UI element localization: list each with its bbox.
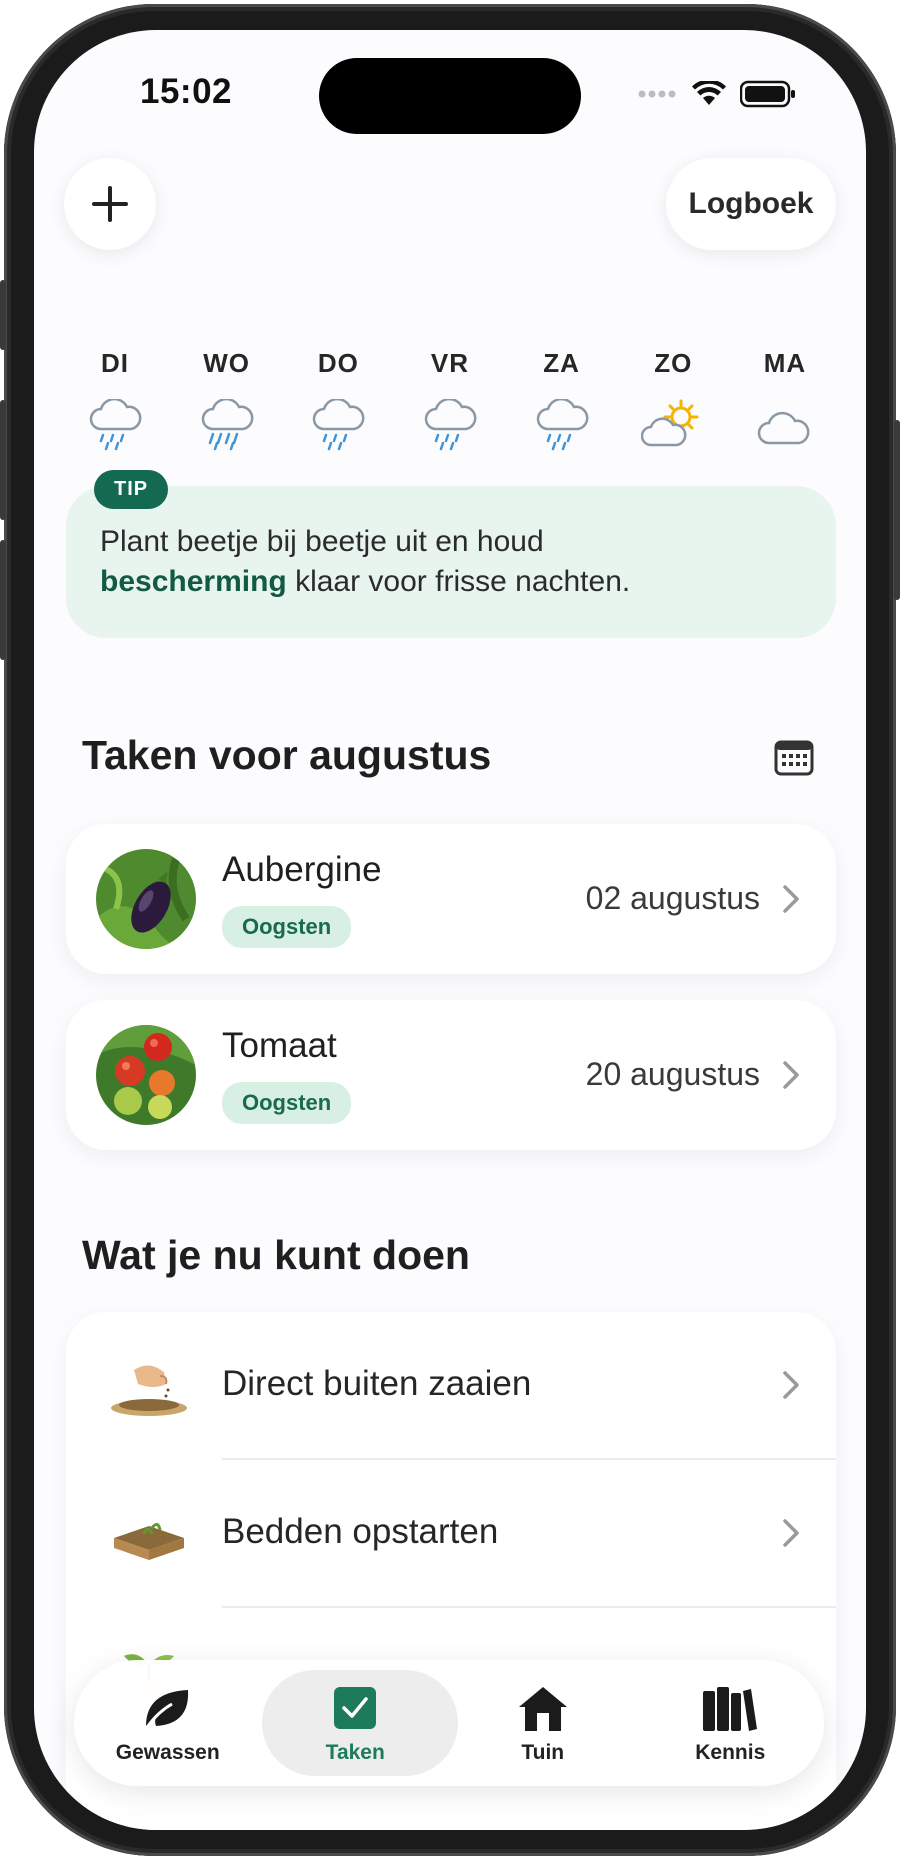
chevron-right-icon — [783, 1371, 799, 1399]
action-item-beds[interactable]: Bedden opstarten — [66, 1460, 836, 1608]
task-date: 02 augustus — [585, 880, 760, 916]
weather-forecast: DI WO DO VR ZA ZO MA — [70, 348, 830, 453]
chevron-right-icon — [783, 1519, 799, 1547]
tab-label: Tuin — [521, 1741, 565, 1764]
actions-section-title: Wat je nu kunt doen — [82, 1232, 470, 1278]
weather-day: WO — [182, 348, 272, 453]
dynamic-island — [319, 58, 581, 134]
power-button — [894, 420, 900, 600]
house-icon — [518, 1687, 567, 1731]
task-date: 20 augustus — [585, 1056, 760, 1092]
sowing-hand-icon — [111, 1365, 187, 1416]
volume-up-button — [0, 400, 6, 520]
tab-bar: Gewassen Taken Tuin Kennis — [74, 1660, 824, 1786]
status-icons — [638, 80, 796, 108]
task-card-tomaat[interactable]: Tomaat Oogsten 20 augustus — [66, 1000, 836, 1150]
chevron-right-icon — [783, 885, 799, 913]
task-name: Aubergine — [222, 850, 382, 889]
logbook-button[interactable]: Logboek — [666, 158, 836, 250]
chevron-right-icon — [783, 1061, 799, 1089]
books-icon — [703, 1687, 758, 1731]
weather-day: ZO — [628, 348, 718, 453]
weather-day-label: ZA — [543, 348, 580, 378]
weather-day-label: VR — [430, 348, 470, 378]
weather-day-label: ZO — [654, 348, 693, 378]
tab-gewassen[interactable]: Gewassen — [74, 1660, 262, 1786]
rain-cloud-icon — [424, 399, 477, 451]
task-badge: Oogsten — [222, 906, 352, 948]
weather-day: DI — [70, 348, 160, 453]
weather-day: MA — [740, 348, 830, 453]
weather-day: DO — [293, 348, 383, 453]
action-label: Direct buiten zaaien — [222, 1364, 532, 1403]
action-item-direct-sow[interactable]: Direct buiten zaaien — [66, 1312, 836, 1460]
signal-icon — [638, 90, 676, 98]
weather-day-label: WO — [203, 348, 251, 378]
volume-down-button — [0, 540, 6, 660]
tab-label: Kennis — [695, 1741, 766, 1764]
rain-cloud-icon — [313, 399, 365, 451]
action-label: Bedden opstarten — [222, 1512, 499, 1551]
wifi-icon — [692, 81, 726, 105]
heavy-rain-cloud-icon — [201, 399, 254, 451]
leaf-icon — [145, 1690, 188, 1727]
rain-cloud-icon — [536, 399, 589, 451]
weather-day: VR — [405, 348, 495, 453]
battery-icon — [740, 80, 795, 108]
plus-icon — [92, 186, 128, 222]
weather-day: ZA — [517, 348, 607, 453]
tip-card: Plant beetje bij beetje uit en houd besc… — [66, 486, 836, 638]
tasks-section-title: Taken voor augustus — [82, 732, 492, 778]
tip-text-start: Plant beetje bij beetje uit en houd — [100, 525, 544, 558]
tab-label: Gewassen — [115, 1741, 220, 1764]
checkbox-icon — [334, 1687, 377, 1729]
tomato-photo — [96, 1025, 196, 1125]
tip-text-highlight: bescherming — [100, 565, 287, 598]
status-time: 15:02 — [140, 72, 233, 111]
weather-day-label: MA — [763, 348, 807, 378]
tab-label: Taken — [325, 1741, 385, 1764]
task-card-aubergine[interactable]: Aubergine Oogsten 02 augustus — [66, 824, 836, 974]
cloud-icon — [757, 411, 810, 445]
tab-taken[interactable]: Taken — [262, 1660, 450, 1786]
calendar-icon — [774, 740, 814, 776]
weather-day-label: DO — [317, 348, 359, 378]
aubergine-photo — [96, 849, 196, 949]
tip-text-end: klaar voor frisse nachten. — [286, 565, 631, 598]
tab-kennis[interactable]: Kennis — [637, 1660, 825, 1786]
tip-text: Plant beetje bij beetje uit en houd besc… — [100, 522, 802, 602]
tab-tuin[interactable]: Tuin — [449, 1660, 637, 1786]
add-button[interactable] — [64, 158, 156, 250]
task-name: Tomaat — [222, 1026, 337, 1065]
app-screen: 15:02 Logboek DI WO DO VR ZA ZO MA Plant… — [34, 30, 866, 1830]
task-badge: Oogsten — [222, 1082, 352, 1124]
tip-badge: TIP — [94, 470, 169, 509]
rain-cloud-icon — [89, 399, 142, 451]
weather-day-label: DI — [101, 348, 129, 378]
calendar-button[interactable] — [774, 738, 814, 778]
mute-switch — [0, 280, 6, 350]
raised-bed-icon — [114, 1523, 184, 1560]
partly-sunny-icon — [641, 399, 699, 447]
